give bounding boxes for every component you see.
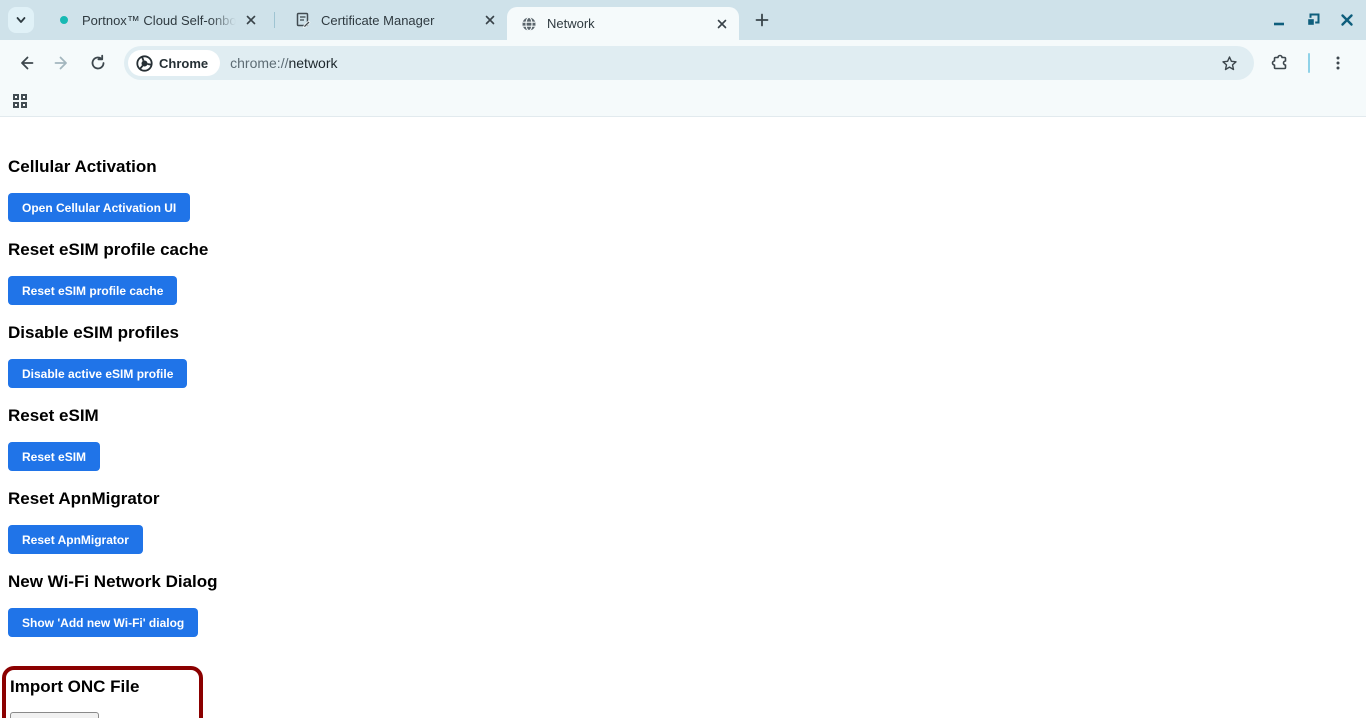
- omnibox[interactable]: Chrome chrome://network: [124, 46, 1254, 80]
- browser-window: Portnox™ Cloud Self-onboardin Certificat…: [0, 0, 1366, 718]
- open-cellular-activation-button[interactable]: Open Cellular Activation UI: [8, 193, 191, 222]
- section-heading: Disable eSIM profiles: [8, 323, 179, 342]
- section-heading: New Wi-Fi Network Dialog: [8, 572, 218, 591]
- minimize-button[interactable]: [1270, 11, 1288, 29]
- section-new-wifi-dialog: New Wi-Fi Network Dialog Show 'Add new W…: [8, 572, 1366, 637]
- forward-arrow-icon: [54, 56, 67, 70]
- section-reset-esim-profile-cache: Reset eSIM profile cache Reset eSIM prof…: [8, 240, 1366, 305]
- bookmark-star-button[interactable]: [1216, 50, 1242, 76]
- globe-favicon-icon: [521, 16, 537, 32]
- url-scheme: chrome://: [230, 55, 289, 71]
- reload-icon: [91, 54, 105, 70]
- tab-search-button[interactable]: [8, 7, 34, 33]
- close-tab-icon[interactable]: [713, 15, 731, 33]
- reset-apnmigrator-button[interactable]: Reset ApnMigrator: [8, 525, 143, 554]
- minimize-icon: [1274, 22, 1284, 26]
- section-heading: Reset eSIM profile cache: [8, 240, 209, 259]
- onc-file-input[interactable]: Choose File No file chosen: [10, 712, 189, 718]
- star-icon: [1221, 55, 1237, 70]
- bookmarks-bar: [0, 86, 1366, 117]
- restore-icon: [1306, 13, 1320, 27]
- close-tab-icon[interactable]: [481, 11, 499, 29]
- section-reset-apnmigrator: Reset ApnMigrator Reset ApnMigrator: [8, 489, 1366, 554]
- close-icon: [1341, 14, 1353, 26]
- forward-button[interactable]: [46, 47, 78, 79]
- chrome-logo-icon: [136, 54, 153, 72]
- tab-title: Certificate Manager: [321, 12, 435, 28]
- tab-network-active[interactable]: Network: [507, 7, 739, 40]
- section-disable-esim-profiles: Disable eSIM profiles Disable active eSI…: [8, 323, 1366, 388]
- disable-active-esim-profile-button[interactable]: Disable active eSIM profile: [8, 359, 188, 388]
- new-tab-button[interactable]: [749, 7, 775, 33]
- back-arrow-icon: [21, 56, 34, 70]
- kebab-menu-icon: [1336, 56, 1340, 70]
- import-onc-heading: Import ONC File: [10, 677, 140, 696]
- reset-esim-button[interactable]: Reset eSIM: [8, 442, 101, 471]
- section-heading: Cellular Activation: [8, 157, 157, 176]
- toolbar-divider: [1308, 53, 1310, 73]
- restore-button[interactable]: [1304, 11, 1322, 29]
- section-cellular-activation: Cellular Activation Open Cellular Activa…: [8, 157, 1366, 222]
- section-reset-esim: Reset eSIM Reset eSIM: [8, 406, 1366, 471]
- puzzle-icon: [1271, 54, 1286, 69]
- certificate-favicon-icon: [295, 12, 311, 28]
- section-heading: Reset eSIM: [8, 406, 99, 425]
- browser-toolbar: Chrome chrome://network: [0, 40, 1366, 86]
- browser-menu-button[interactable]: [1322, 47, 1354, 79]
- chevron-down-icon: [16, 17, 26, 23]
- reset-esim-profile-cache-button[interactable]: Reset eSIM profile cache: [8, 276, 178, 305]
- tab-portnox[interactable]: Portnox™ Cloud Self-onboardin: [42, 0, 268, 40]
- tab-title: Portnox™ Cloud Self-onboardin: [82, 12, 236, 28]
- portnox-favicon-icon: [56, 12, 72, 28]
- apps-grid-icon[interactable]: [13, 94, 27, 108]
- close-tab-icon[interactable]: [242, 11, 260, 29]
- plus-icon: [755, 13, 769, 27]
- show-add-wifi-dialog-button[interactable]: Show 'Add new Wi-Fi' dialog: [8, 608, 199, 637]
- close-window-button[interactable]: [1338, 11, 1356, 29]
- window-controls: [1270, 11, 1356, 29]
- tab-certificate-manager[interactable]: Certificate Manager: [281, 0, 507, 40]
- chrome-chip: Chrome: [128, 50, 221, 76]
- url-host: network: [288, 55, 338, 71]
- back-button[interactable]: [10, 47, 42, 79]
- tab-divider: [274, 12, 275, 28]
- network-page-content: Cellular Activation Open Cellular Activa…: [0, 117, 1366, 718]
- tab-strip: Portnox™ Cloud Self-onboardin Certificat…: [0, 0, 1366, 40]
- import-onc-highlight-box: Import ONC File Choose File No file chos…: [2, 666, 203, 718]
- chrome-chip-label: Chrome: [159, 55, 209, 71]
- section-heading: Reset ApnMigrator: [8, 489, 160, 508]
- choose-file-button[interactable]: Choose File: [10, 712, 100, 718]
- reload-button[interactable]: [82, 47, 114, 79]
- url-text[interactable]: chrome://network: [230, 55, 1216, 71]
- tab-title: Network: [547, 16, 595, 31]
- extensions-button[interactable]: [1264, 47, 1296, 79]
